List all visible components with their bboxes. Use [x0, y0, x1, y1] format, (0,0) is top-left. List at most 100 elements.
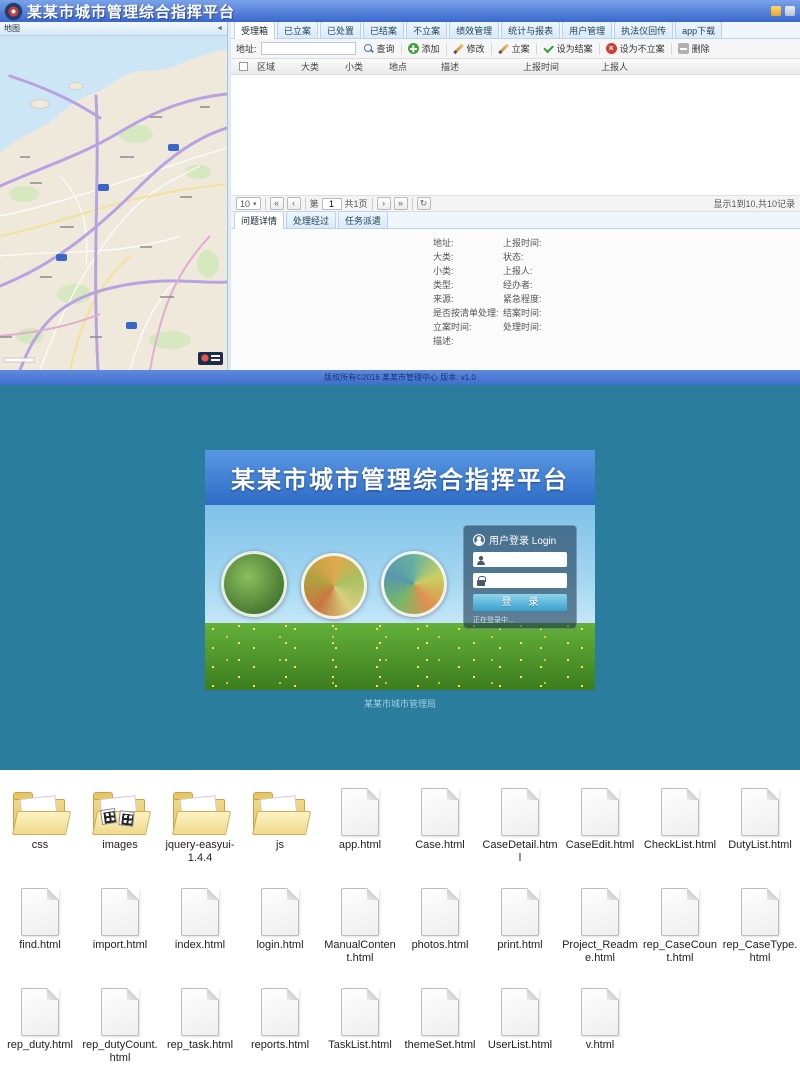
button-查询[interactable]: 查询 [360, 41, 398, 56]
file-item-login.html[interactable]: login.html [240, 878, 320, 978]
file-icon [181, 988, 219, 1036]
file-item-Case.html[interactable]: Case.html [400, 778, 480, 878]
file-item-import.html[interactable]: import.html [80, 878, 160, 978]
file-icon [581, 988, 619, 1036]
file-item-rep_duty.html[interactable]: rep_duty.html [0, 978, 80, 1078]
file-item-find.html[interactable]: find.html [0, 878, 80, 978]
detail-tab-处理经过[interactable]: 处理经过 [286, 211, 336, 228]
toolbar: 地址: 查询添加修改立案设为结案设为不立案删除 [231, 39, 800, 59]
file-item-app.html[interactable]: app.html [320, 778, 400, 878]
detail-tab-任务派遣[interactable]: 任务派遣 [338, 211, 388, 228]
column-header-地点[interactable]: 地点 [387, 60, 439, 73]
button-修改[interactable]: 修改 [450, 41, 488, 56]
file-item-print.html[interactable]: print.html [480, 878, 560, 978]
tab-不立案[interactable]: 不立案 [406, 22, 447, 38]
folder-icon [252, 790, 308, 836]
address-input[interactable] [261, 42, 356, 55]
button-设为结案[interactable]: 设为结案 [540, 41, 596, 56]
tab-绩效管理[interactable]: 绩效管理 [449, 22, 499, 38]
file-item-DutyList.html[interactable]: DutyList.html [720, 778, 800, 878]
file-item-index.html[interactable]: index.html [160, 878, 240, 978]
password-input[interactable] [488, 573, 567, 588]
icon-wrap [581, 778, 619, 836]
tab-已结案[interactable]: 已结案 [363, 22, 404, 38]
tab-用户管理[interactable]: 用户管理 [562, 22, 612, 38]
form-label: 经办者: [503, 280, 533, 290]
file-item-rep_dutyCount.html[interactable]: rep_dutyCount.html [80, 978, 160, 1078]
file-item-CaseEdit.html[interactable]: CaseEdit.html [560, 778, 640, 878]
file-icon [581, 888, 619, 936]
file-icon [501, 988, 539, 1036]
file-item-rep_task.html[interactable]: rep_task.html [160, 978, 240, 1078]
button-设为不立案[interactable]: 设为不立案 [603, 41, 668, 56]
icon-wrap [421, 878, 459, 936]
user-icon[interactable] [771, 6, 781, 16]
icon-wrap [661, 778, 699, 836]
file-item-rep_CaseType.html[interactable]: rep_CaseType.html [720, 878, 800, 978]
select-all-checkbox[interactable] [231, 62, 255, 71]
tab-app下载[interactable]: app下载 [675, 22, 722, 38]
icon-wrap [581, 878, 619, 936]
button-添加[interactable]: 添加 [405, 41, 443, 56]
map[interactable] [0, 36, 227, 370]
detail-tab-问题详情[interactable]: 问题详情 [234, 211, 284, 229]
icon-wrap [101, 878, 139, 936]
file-name: js [276, 839, 284, 852]
minimize-icon[interactable] [785, 6, 795, 16]
refresh-icon[interactable]: ↻ [417, 197, 431, 210]
form-label: 小类: [433, 266, 503, 276]
tab-执法仪回传[interactable]: 执法仪回传 [614, 22, 673, 38]
column-header-小类[interactable]: 小类 [343, 60, 387, 73]
page: 某某市城市管理综合指挥平台 地图 ◄ [0, 0, 800, 1081]
icon-wrap [21, 978, 59, 1036]
chevron-down-icon: ▾ [253, 200, 257, 208]
file-item-Project_Readme.html[interactable]: Project_Readme.html [560, 878, 640, 978]
column-header-大类[interactable]: 大类 [299, 60, 343, 73]
last-page-button[interactable]: » [394, 197, 408, 210]
column-header-区域[interactable]: 区域 [255, 60, 299, 73]
file-item-TaskList.html[interactable]: TaskList.html [320, 978, 400, 1078]
divider [401, 43, 402, 55]
content-panel: 受理箱已立案已处置已结案不立案绩效管理统计与报表用户管理执法仪回传app下载 地… [231, 22, 800, 370]
page-input[interactable] [322, 198, 342, 210]
remove-icon [678, 43, 689, 54]
detail-panel: 地址:上报时间:大类:状态:小类:上报人:类型:经办者:来源:紧急程度:是否按清… [231, 229, 800, 370]
user-circle-icon [473, 534, 485, 546]
tab-受理箱[interactable]: 受理箱 [234, 22, 275, 39]
tab-已立案[interactable]: 已立案 [277, 22, 318, 38]
collapse-icon[interactable]: ◄ [216, 25, 223, 32]
tab-已处置[interactable]: 已处置 [320, 22, 361, 38]
page-size-select[interactable]: 10 ▾ [236, 197, 261, 210]
prev-page-button[interactable]: ‹ [287, 197, 301, 210]
titlebar: 某某市城市管理综合指挥平台 [0, 0, 800, 22]
file-item-photos.html[interactable]: photos.html [400, 878, 480, 978]
file-item-ManualContent.html[interactable]: ManualContent.html [320, 878, 400, 978]
login-button[interactable]: 登 录 [473, 594, 567, 611]
file-item-js[interactable]: js [240, 778, 320, 878]
column-header-上报人[interactable]: 上报人 [599, 60, 719, 73]
file-item-jquery-easyui-1.4.4[interactable]: jquery-easyui-1.4.4 [160, 778, 240, 878]
file-item-CheckList.html[interactable]: CheckList.html [640, 778, 720, 878]
next-page-button[interactable]: › [377, 197, 391, 210]
button-立案[interactable]: 立案 [495, 41, 533, 56]
file-item-UserList.html[interactable]: UserList.html [480, 978, 560, 1078]
table-body[interactable] [231, 75, 800, 195]
form-label: 地址: [433, 238, 503, 248]
pagination-bar: 10 ▾ « ‹ 第 共1页 › » ↻ 显示1到10,共10记录 [231, 195, 800, 212]
file-item-rep_CaseCount.html[interactable]: rep_CaseCount.html [640, 878, 720, 978]
edit-icon [453, 43, 464, 54]
file-item-v.html[interactable]: v.html [560, 978, 640, 1078]
file-item-CaseDetail.html[interactable]: CaseDetail.html [480, 778, 560, 878]
column-header-描述[interactable]: 描述 [439, 60, 521, 73]
file-item-reports.html[interactable]: reports.html [240, 978, 320, 1078]
tab-统计与报表[interactable]: 统计与报表 [501, 22, 560, 38]
file-item-css[interactable]: css [0, 778, 80, 878]
file-item-themeSet.html[interactable]: themeSet.html [400, 978, 480, 1078]
username-input[interactable] [488, 552, 567, 567]
file-item-images[interactable]: images [80, 778, 160, 878]
file-name: UserList.html [488, 1039, 552, 1052]
column-header-上报时间[interactable]: 上报时间 [521, 60, 599, 73]
first-page-button[interactable]: « [270, 197, 284, 210]
file-icon [101, 988, 139, 1036]
button-删除[interactable]: 删除 [675, 41, 713, 56]
